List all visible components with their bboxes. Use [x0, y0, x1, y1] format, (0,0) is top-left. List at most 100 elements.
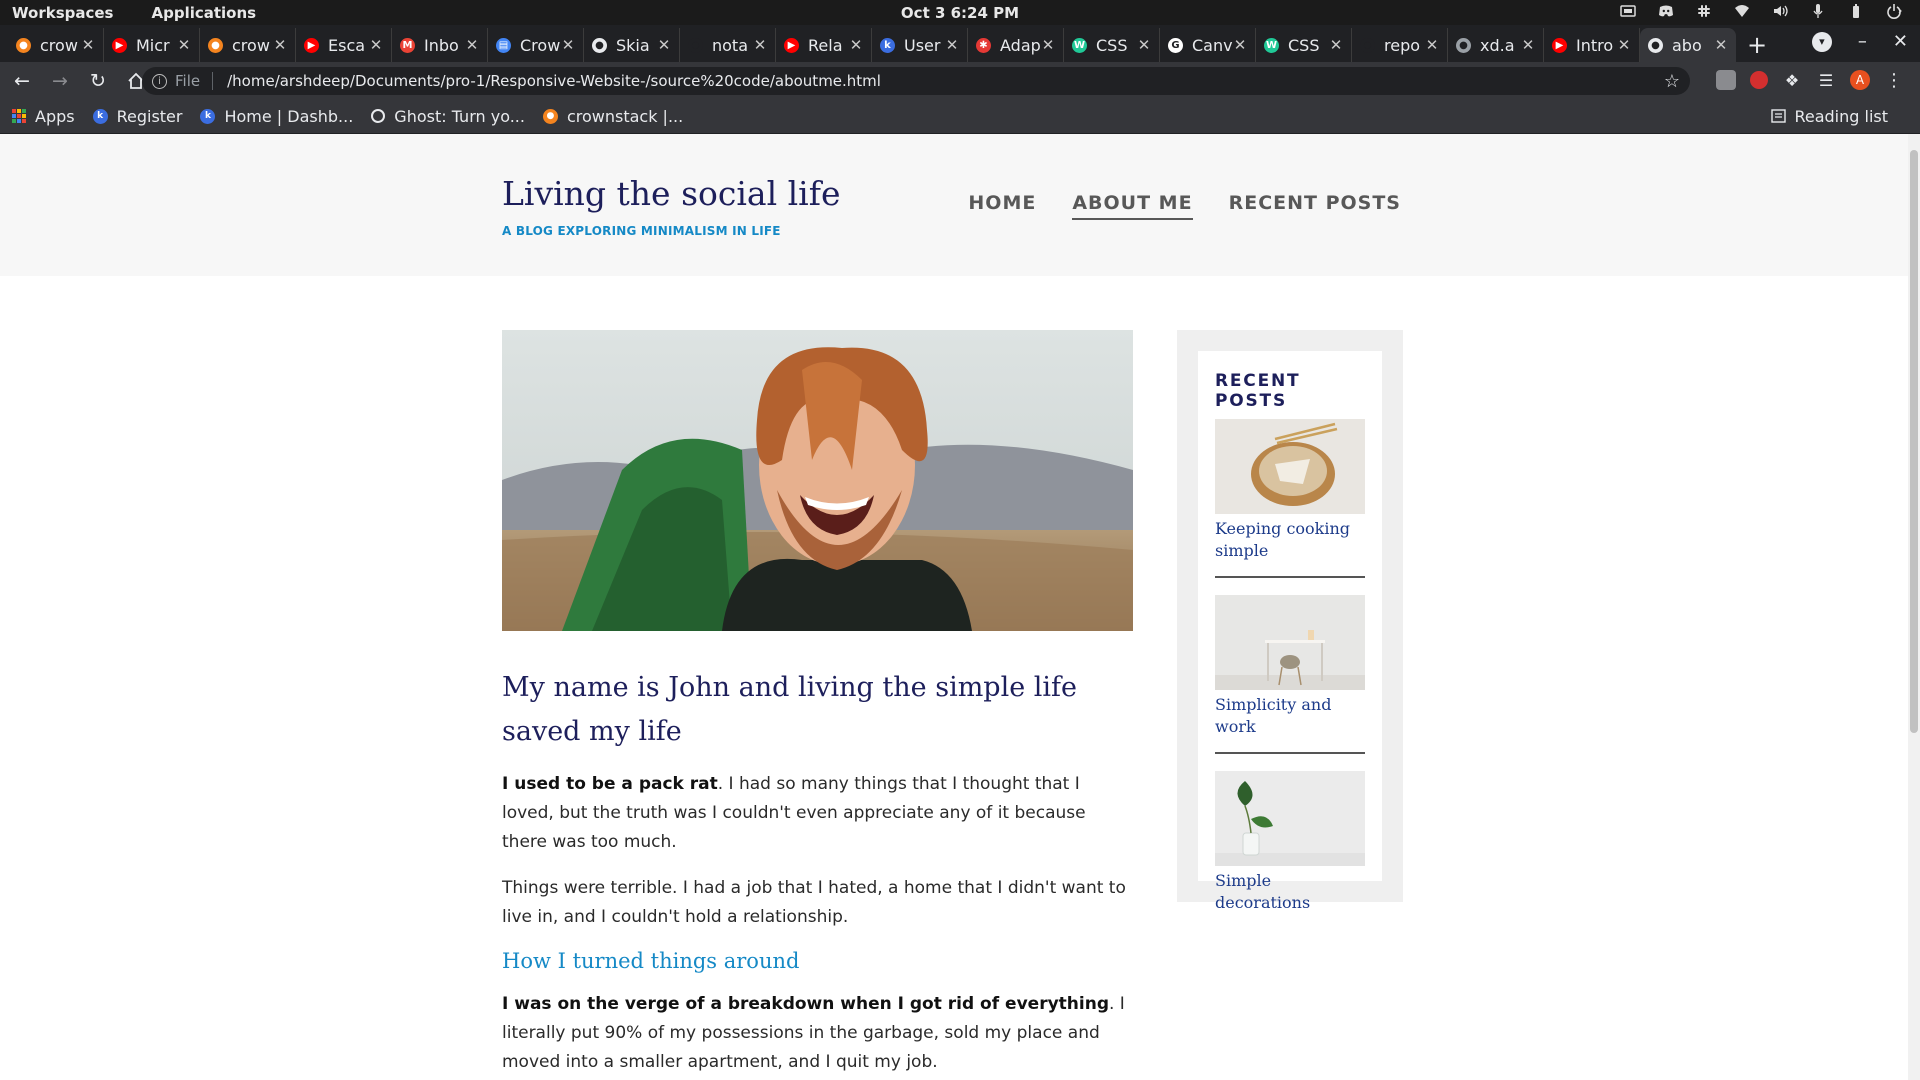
browser-tab[interactable]: W CSS ✕	[1064, 28, 1160, 62]
tab-title: Adap	[1000, 35, 1041, 55]
bookmark-crownstack[interactable]: ● crownstack |...	[542, 107, 683, 126]
tab-close-icon[interactable]: ✕	[561, 36, 575, 54]
k-icon: k	[200, 108, 216, 124]
url-text[interactable]: /home/arshdeep/Documents/pro-1/Responsiv…	[227, 72, 881, 90]
browser-tab[interactable]: ● Skia ✕	[584, 28, 680, 62]
extension-grey-icon[interactable]	[1716, 70, 1736, 90]
recent-post-work[interactable]: Simplicity and work	[1215, 595, 1365, 754]
tab-search-icon[interactable]: ▾	[1811, 31, 1832, 52]
recent-post-decorations[interactable]: Simple decorations	[1215, 771, 1365, 922]
extension-red-icon[interactable]	[1750, 71, 1768, 89]
browser-tab[interactable]: G Canv ✕	[1160, 28, 1256, 62]
recent-post-caption[interactable]: Simplicity and work	[1215, 694, 1365, 746]
tab-close-icon[interactable]: ✕	[465, 36, 479, 54]
browser-tab[interactable]: ▶ Rela ✕	[776, 28, 872, 62]
profile-avatar[interactable]: A	[1850, 70, 1870, 90]
bookmark-home-dashboard[interactable]: k Home | Dashb...	[200, 107, 353, 126]
tab-close-icon[interactable]: ✕	[945, 36, 959, 54]
sidebar: RECENT POSTS Keeping cooking simple Simp…	[1177, 330, 1403, 912]
reading-list-icon	[1771, 109, 1787, 123]
browser-menu-icon[interactable]: ⋮	[1884, 70, 1904, 91]
recent-post-cooking[interactable]: Keeping cooking simple	[1215, 419, 1365, 578]
bookmark-apps[interactable]: Apps	[12, 107, 75, 126]
extensions-puzzle-icon[interactable]: ❖	[1782, 70, 1802, 90]
browser-tab[interactable]: ○ nota ✕	[680, 28, 776, 62]
sidebar-title: RECENT POSTS	[1215, 371, 1301, 411]
applications-menu[interactable]: Applications	[151, 4, 256, 22]
bookmark-register[interactable]: k Register	[92, 107, 182, 126]
apps-grid-icon	[12, 109, 26, 123]
address-bar[interactable]: i File /home/arshdeep/Documents/pro-1/Re…	[142, 67, 1690, 95]
nav-link-recent-posts[interactable]: RECENT POSTS	[1229, 192, 1401, 220]
browser-tab[interactable]: ▶ Esca ✕	[296, 28, 392, 62]
tab-title: crow	[40, 35, 78, 55]
tab-close-icon[interactable]: ✕	[753, 36, 767, 54]
browser-tab[interactable]: ● abo ✕	[1640, 28, 1736, 62]
browser-tab[interactable]: ▶ Micr ✕	[104, 28, 200, 62]
article-paragraph-3: I was on the verge of a breakdown when I…	[502, 990, 1133, 1077]
scrollbar-thumb[interactable]	[1910, 150, 1918, 733]
tab-close-icon[interactable]: ✕	[849, 36, 863, 54]
slack-icon[interactable]	[1696, 3, 1712, 19]
browser-tab[interactable]: ● crow ✕	[8, 28, 104, 62]
browser-tab[interactable]: ○ repo ✕	[1352, 28, 1448, 62]
tab-close-icon[interactable]: ✕	[1137, 36, 1151, 54]
tab-close-icon[interactable]: ✕	[1233, 36, 1247, 54]
desk-chair-image[interactable]	[1215, 595, 1365, 690]
forward-arrow-icon[interactable]: →	[44, 65, 76, 97]
w-icon: W	[1264, 37, 1279, 53]
reload-icon[interactable]: ↻	[82, 65, 114, 97]
close-window-icon[interactable]: ✕	[1893, 31, 1908, 52]
volume-icon[interactable]	[1772, 3, 1788, 19]
power-icon[interactable]	[1886, 3, 1902, 19]
os-top-bar: Workspaces Applications Oct 3 6:24 PM	[0, 0, 1920, 25]
browser-tab[interactable]: W CSS ✕	[1256, 28, 1352, 62]
browser-tab[interactable]: k User ✕	[872, 28, 968, 62]
tab-title: Crow	[520, 35, 561, 55]
bookmark-star-icon[interactable]: ☆	[1664, 71, 1680, 92]
tab-close-icon[interactable]: ✕	[369, 36, 383, 54]
wifi-icon[interactable]	[1734, 3, 1750, 19]
discord-icon[interactable]	[1658, 3, 1674, 19]
battery-icon[interactable]	[1848, 3, 1864, 19]
food-bowl-image[interactable]	[1215, 419, 1365, 514]
page-viewport: Living the social life A BLOG EXPLORING …	[0, 134, 1908, 1080]
tab-close-icon[interactable]: ✕	[1617, 36, 1631, 54]
reading-list-button[interactable]: Reading list	[1771, 107, 1888, 126]
tab-close-icon[interactable]: ✕	[273, 36, 287, 54]
browser-tab[interactable]: ● crow ✕	[200, 28, 296, 62]
nav-link-home[interactable]: HOME	[968, 192, 1036, 220]
bookmark-ghost[interactable]: Ghost: Turn yo...	[371, 107, 525, 126]
tab-close-icon[interactable]: ✕	[1714, 36, 1728, 54]
tab-title: Inbo	[424, 35, 459, 55]
tab-close-icon[interactable]: ✕	[1041, 36, 1055, 54]
new-tab-button[interactable]: +	[1742, 30, 1772, 60]
media-controls-icon[interactable]: ☰	[1816, 70, 1836, 90]
page-scrollbar[interactable]	[1908, 134, 1920, 1080]
screenshot-icon[interactable]	[1620, 3, 1636, 19]
browser-tab[interactable]: ● xd.a ✕	[1448, 28, 1544, 62]
back-arrow-icon[interactable]: ←	[6, 65, 38, 97]
plant-vase-image[interactable]	[1215, 771, 1365, 866]
tab-close-icon[interactable]: ✕	[177, 36, 191, 54]
nav-link-about-me[interactable]: ABOUT ME	[1072, 192, 1193, 220]
minimize-icon[interactable]: –	[1858, 31, 1867, 52]
tab-close-icon[interactable]: ✕	[657, 36, 671, 54]
tab-close-icon[interactable]: ✕	[81, 36, 95, 54]
browser-tab[interactable]: M Inbo ✕	[392, 28, 488, 62]
tab-close-icon[interactable]: ✕	[1425, 36, 1439, 54]
tab-close-icon[interactable]: ✕	[1329, 36, 1343, 54]
k-icon: k	[92, 108, 108, 124]
bookmarks-bar: Apps k Register k Home | Dashb... Ghost:…	[0, 99, 1920, 134]
browser-tab[interactable]: ▤ Crow ✕	[488, 28, 584, 62]
site-info-icon[interactable]: i	[152, 73, 167, 89]
youtube-icon: ▶	[1552, 37, 1567, 53]
browser-tab[interactable]: ✱ Adap ✕	[968, 28, 1064, 62]
site-title[interactable]: Living the social life	[502, 174, 840, 213]
recent-post-caption[interactable]: Keeping cooking simple	[1215, 518, 1365, 570]
browser-tab[interactable]: ▶ Intro ✕	[1544, 28, 1640, 62]
recent-post-caption[interactable]: Simple decorations	[1215, 870, 1365, 922]
workspaces-menu[interactable]: Workspaces	[12, 4, 113, 22]
microphone-icon[interactable]	[1810, 3, 1826, 19]
tab-close-icon[interactable]: ✕	[1521, 36, 1535, 54]
